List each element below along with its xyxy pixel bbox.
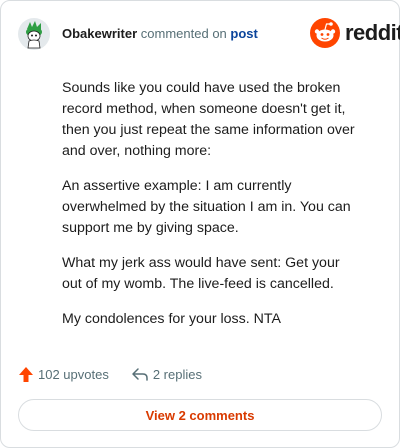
post-link[interactable]: post [230, 26, 257, 41]
comment-paragraph: Sounds like you could have used the brok… [62, 80, 355, 159]
comment-header: Obakewriter commented on post [62, 25, 258, 43]
replies-button[interactable]: 2 replies [131, 367, 202, 382]
reply-count: 2 replies [152, 367, 202, 382]
reddit-wordmark: reddit [345, 20, 400, 45]
reply-arrow-icon [132, 368, 148, 381]
upvote-count: 102 upvotes [38, 367, 109, 382]
reddit-logo[interactable]: reddit [310, 18, 400, 48]
view-comments-button[interactable]: View 2 comments [18, 399, 382, 431]
comment-stats: 102 upvotes 2 replies [18, 366, 202, 383]
upvote-button[interactable]: 102 upvotes [18, 366, 109, 383]
upvote-arrow-icon [19, 367, 33, 382]
comment-paragraph: My condolences for your loss. NTA [62, 311, 281, 327]
comment-paragraph: What my jerk ass would have sent: Get yo… [62, 255, 340, 292]
comment-card: Obakewriter commented on post reddit Sou… [0, 0, 400, 448]
reddit-snoo-icon [310, 18, 340, 48]
action-text: commented on [140, 26, 227, 41]
comment-paragraph: An assertive example: I am currently ove… [62, 178, 351, 236]
username-link[interactable]: Obakewriter [62, 26, 137, 41]
comment-body: Sounds like you could have used the brok… [62, 78, 362, 344]
snoo-avatar-icon[interactable] [18, 18, 50, 50]
